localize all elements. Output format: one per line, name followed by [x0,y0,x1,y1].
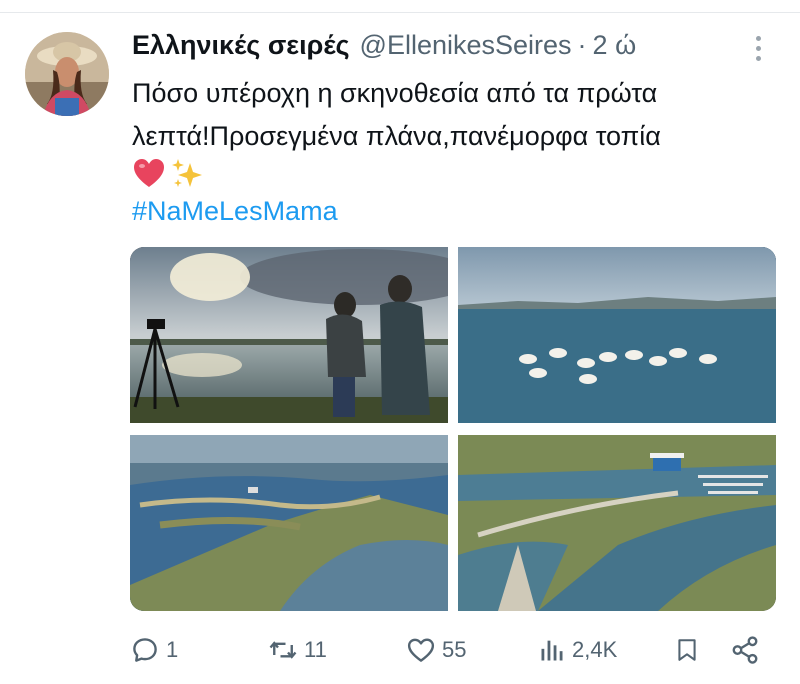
views-icon [541,640,563,661]
bookmark-button[interactable] [674,626,700,674]
reply-icon [133,638,157,662]
hashtag-link[interactable]: #NaMeLesMama [132,196,338,227]
timestamp[interactable]: 2 ώ [593,30,637,61]
retweet-count: 11 [304,637,327,662]
tweet-text: Πόσο υπέροχη η σκηνοθεσία από τα πρώτα λ… [132,72,772,158]
share-icon [732,636,758,664]
user-handle[interactable]: @EllenikesSeires [360,30,572,61]
top-divider [0,0,800,13]
views-button[interactable]: 2,4K [538,626,617,674]
avatar[interactable] [25,32,109,116]
bookmark-icon [678,639,696,661]
reply-count: 1 [166,637,179,662]
media-lake-sunset-crew[interactable] [130,247,448,423]
more-icon-dot [755,45,761,51]
more-icon [755,35,761,41]
more-button[interactable] [744,30,772,66]
tweet-header: Ελληνικές σειρές @EllenikesSeires · 2 ώ [132,30,636,64]
emoji-line [132,156,204,192]
reply-button[interactable]: 1 [130,626,178,674]
media-pelicans-lake[interactable] [458,247,776,423]
heart-icon [407,638,435,662]
tweet-text-line: Πόσο υπέροχη η σκηνοθεσία από τα πρώτα [132,78,658,108]
avatar-photo [25,32,109,116]
media-aerial-lagoon-right[interactable] [458,435,776,611]
tweet-actions: 1 11 55 2,4K [0,626,800,674]
separator-dot: · [577,30,587,60]
tweet-text-line: λεπτά!Προσεγμένα πλάνα,πανέμορφα τοπία [132,121,661,151]
like-count: 55 [442,637,467,662]
more-icon-dot [755,55,761,61]
heart-emoji [134,159,164,187]
media-grid [130,247,776,611]
display-name[interactable]: Ελληνικές σειρές [132,30,350,61]
like-button[interactable]: 55 [406,626,466,674]
sparkles-emoji [172,159,202,187]
share-button[interactable] [730,626,760,674]
views-count: 2,4K [572,637,618,662]
media-aerial-lagoon-left[interactable] [130,435,448,611]
retweet-button[interactable]: 11 [268,626,327,674]
retweet-icon [269,641,297,659]
